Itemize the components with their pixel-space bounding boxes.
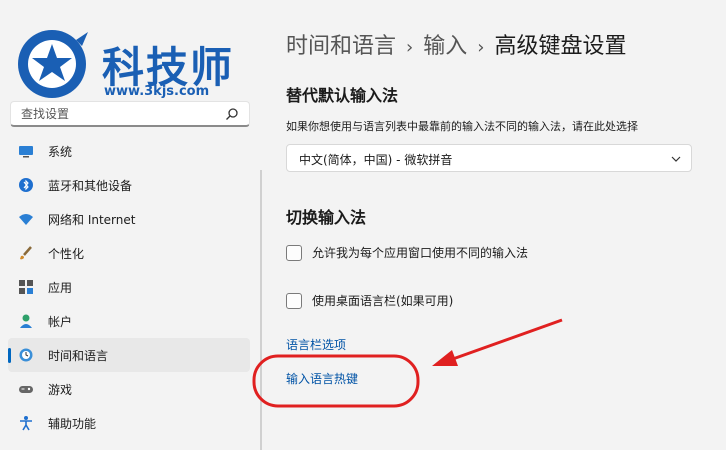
clock-globe-icon [18, 347, 34, 363]
select-value: 中文(简体，中国) - 微软拼音 [299, 153, 453, 167]
sidebar-item-label: 游戏 [48, 382, 73, 397]
switching-section-title: 切换输入法 [286, 208, 367, 227]
override-description: 如果你想使用与语言列表中最靠前的输入法不同的输入法，请在此处选择 [286, 120, 638, 133]
breadcrumb-separator: › [406, 37, 414, 58]
sidebar-item-personalization[interactable]: 个性化 [8, 236, 250, 270]
chevron-down-icon [671, 156, 681, 162]
sidebar: 科技师 www.3kjs.com 系统 蓝牙和其他设备 网络和 Internet [0, 0, 262, 450]
desktop-language-bar-checkbox[interactable] [286, 292, 302, 309]
sidebar-item-network[interactable]: 网络和 Internet [8, 202, 250, 236]
sidebar-item-accounts[interactable]: 帐户 [8, 304, 250, 338]
input-language-hotkeys-link[interactable]: 输入语言热键 [286, 370, 358, 387]
gamepad-icon [18, 381, 34, 397]
sidebar-item-label: 蓝牙和其他设备 [48, 178, 133, 193]
desktop-language-bar-label: 使用桌面语言栏(如果可用) [312, 294, 454, 308]
sidebar-item-label: 网络和 Internet [48, 212, 136, 227]
sidebar-item-bluetooth[interactable]: 蓝牙和其他设备 [8, 168, 250, 202]
sidebar-item-apps[interactable]: 应用 [8, 270, 250, 304]
apps-icon [18, 279, 34, 295]
desktop-language-bar-option[interactable]: 使用桌面语言栏(如果可用) [286, 292, 453, 309]
sidebar-item-system[interactable]: 系统 [8, 134, 250, 168]
brush-icon [18, 245, 34, 261]
star-logo-icon [18, 30, 88, 98]
person-icon [18, 313, 34, 329]
sidebar-item-label: 个性化 [48, 246, 85, 261]
sidebar-item-time-language[interactable]: 时间和语言 [8, 338, 250, 372]
sidebar-item-label: 系统 [48, 144, 73, 159]
breadcrumb-time-language[interactable]: 时间和语言 [286, 34, 396, 59]
per-app-input-option[interactable]: 允许我为每个应用窗口使用不同的输入法 [286, 244, 528, 261]
search-input[interactable] [19, 106, 223, 122]
breadcrumb: 时间和语言 › 输入 › 高级键盘设置 [286, 28, 626, 60]
search-box[interactable] [10, 101, 250, 127]
sidebar-item-accessibility[interactable]: 辅助功能 [8, 406, 250, 440]
sidebar-item-label: 时间和语言 [48, 348, 109, 363]
monitor-icon [18, 143, 34, 159]
per-app-input-label: 允许我为每个应用窗口使用不同的输入法 [312, 246, 529, 260]
main-content: 时间和语言 › 输入 › 高级键盘设置 替代默认输入法 如果你想使用与语言列表中最靠前的… [262, 0, 726, 450]
sidebar-item-label: 辅助功能 [48, 416, 97, 431]
page-title: 高级键盘设置 [494, 34, 627, 59]
bluetooth-icon [18, 177, 34, 193]
sidebar-item-label: 应用 [48, 280, 73, 295]
default-input-method-select[interactable]: 中文(简体，中国) - 微软拼音 [286, 144, 692, 172]
sidebar-nav: 系统 蓝牙和其他设备 网络和 Internet 个性化 应用 帐户 时间和语言 … [8, 134, 250, 440]
watermark: 科技师 www.3kjs.com [4, 26, 266, 102]
wifi-icon [18, 211, 34, 227]
sidebar-item-gaming[interactable]: 游戏 [8, 372, 250, 406]
sidebar-item-label: 帐户 [48, 314, 73, 329]
override-section-title: 替代默认输入法 [286, 86, 399, 105]
accessibility-icon [18, 415, 34, 431]
search-icon [226, 108, 238, 120]
language-bar-options-link[interactable]: 语言栏选项 [286, 336, 346, 353]
watermark-url: www.3kjs.com [104, 84, 210, 99]
breadcrumb-input[interactable]: 输入 [423, 34, 467, 59]
per-app-input-checkbox[interactable] [286, 244, 302, 261]
breadcrumb-separator: › [477, 37, 485, 58]
